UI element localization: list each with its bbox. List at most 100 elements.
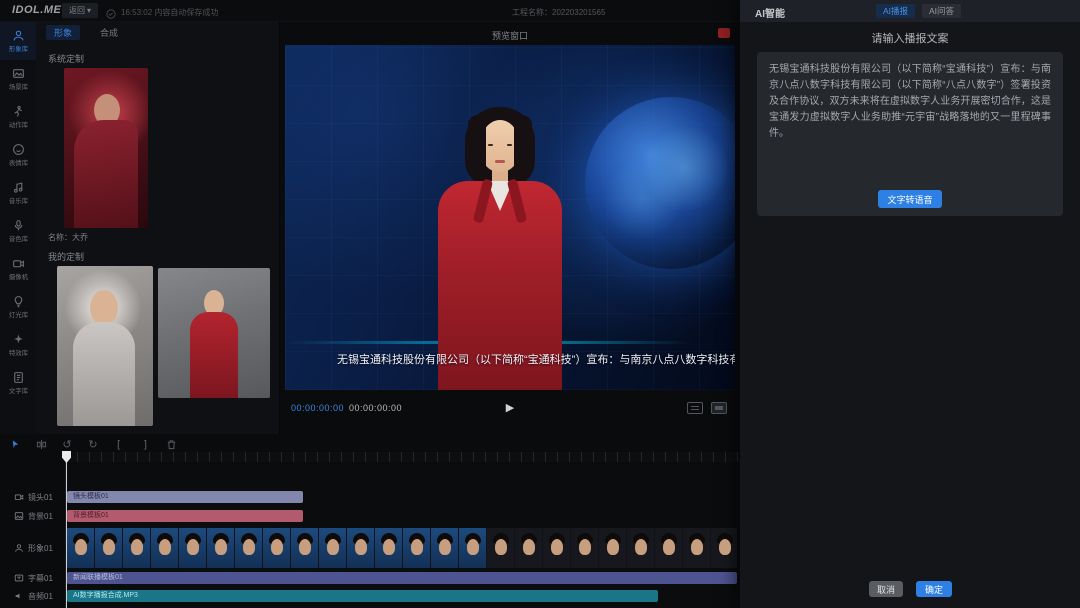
hair-bang-right	[514, 115, 532, 173]
avatar-frame	[571, 528, 598, 568]
person-icon	[12, 29, 25, 42]
timecode-current: 00:00:00:00	[291, 403, 344, 413]
avatar-frame	[431, 528, 458, 568]
ai-panel-title: AI智能	[755, 5, 785, 20]
avatar-thumbnail-daqiao[interactable]	[64, 68, 148, 228]
track-label-text: 背景01	[28, 511, 53, 522]
bracket-out-button[interactable]: ]	[138, 437, 152, 451]
ratio-button[interactable]	[687, 402, 703, 414]
camera-icon	[12, 257, 25, 270]
script-input[interactable]: 无锡宝通科技股份有限公司（以下简称“宝通科技”）宣布：与南京八点八数字科技有限公…	[757, 52, 1063, 216]
mic-icon	[12, 219, 25, 232]
avatar-frame	[235, 528, 262, 568]
sidebar-item-label: 形象库	[8, 44, 27, 53]
sidebar-item-avatar-library[interactable]: 形象库	[0, 22, 36, 60]
track-label-background[interactable]: 背景01	[0, 509, 64, 523]
section-my-custom: 我的定制	[48, 250, 84, 263]
sidebar-item-label: 摄像机	[8, 272, 27, 281]
track-label-text: 音频01	[28, 591, 53, 602]
clip-audio[interactable]: AI数字播报合成.MP3	[67, 590, 658, 602]
tab-avatar[interactable]: 形象	[46, 25, 80, 40]
image-icon	[14, 511, 24, 521]
avatar-frame	[403, 528, 430, 568]
avatar-frame	[599, 528, 626, 568]
sidebar-item-music-library[interactable]: 音乐库	[0, 174, 36, 212]
sidebar-item-label: 动作库	[8, 120, 27, 129]
sidebar-item-camera[interactable]: 摄像机	[0, 250, 36, 288]
avatar-frame	[711, 528, 737, 568]
redo-button[interactable]: ↻	[86, 437, 100, 451]
avatar-track-frames[interactable]	[67, 528, 737, 568]
timeline-ruler[interactable]	[65, 452, 740, 462]
sidebar-item-scene-library[interactable]: 场景库	[0, 60, 36, 98]
sidebar-item-light-library[interactable]: 灯光库	[0, 288, 36, 326]
avatar-thumbnail-custom-2[interactable]	[158, 268, 270, 398]
scene-icon	[12, 67, 25, 80]
avatar-frame	[291, 528, 318, 568]
avatar-frame	[95, 528, 122, 568]
sidebar-item-label: 音乐库	[8, 196, 27, 205]
tab-ai-broadcast[interactable]: AI播报	[876, 4, 915, 18]
caret-down-icon: ▾	[87, 6, 91, 15]
sidebar-item-label: 音色库	[8, 234, 27, 243]
track-label-avatar[interactable]: 形象01	[0, 541, 64, 555]
ai-panel-header: AI智能 AI播报 AI问答	[740, 0, 1080, 22]
avatar-name-label: 名称：大乔	[48, 232, 88, 243]
avatar-frame	[151, 528, 178, 568]
record-indicator-icon[interactable]	[718, 28, 730, 38]
sidebar-item-label: 文字库	[8, 386, 27, 395]
select-tool-button[interactable]	[8, 437, 22, 451]
fullscreen-button[interactable]	[711, 402, 727, 414]
track-label-caption[interactable]: 字幕01	[0, 571, 64, 585]
bracket-in-button[interactable]: [	[112, 437, 126, 451]
avatar-frame	[207, 528, 234, 568]
cancel-button[interactable]: 取消	[869, 581, 903, 597]
autosave-check-icon	[106, 6, 116, 16]
clip-caption[interactable]: 新闻联播模板01	[67, 572, 737, 584]
back-menu-button[interactable]: 返回 ▾	[62, 3, 98, 18]
tab-composite[interactable]: 合成	[92, 25, 126, 40]
video-subtitle: 无锡宝通科技股份有限公司（以下简称“宝通科技”）宣布：与南京八点八数字科技有限公…	[285, 351, 735, 367]
sidebar-item-voice-library[interactable]: 音色库	[0, 212, 36, 250]
sidebar-item-label: 表情库	[8, 158, 27, 167]
top-bar: IDOL.ME 返回 ▾ 16:53:02 内容自动保存成功 工程名称：2022…	[0, 0, 740, 22]
lapel-right	[507, 178, 527, 223]
app-root: IDOL.ME 返回 ▾ 16:53:02 内容自动保存成功 工程名称：2022…	[0, 0, 1080, 608]
digital-human-figure	[420, 107, 580, 390]
delete-clip-button[interactable]	[164, 437, 178, 451]
timeline-toolbar: ↺ ↻ [ ]	[8, 436, 178, 452]
bulb-icon	[12, 295, 25, 308]
timecode-total: 00:00:00:00	[349, 403, 402, 413]
hair-bang-left	[468, 115, 486, 173]
undo-button[interactable]: ↺	[60, 437, 74, 451]
avatar-frame	[459, 528, 486, 568]
clip-background[interactable]: 背景模板01	[67, 510, 303, 522]
autosave-status: 16:53:02 内容自动保存成功	[121, 7, 218, 18]
playhead-line	[66, 452, 67, 608]
sidebar-item-label: 灯光库	[8, 310, 27, 319]
caption-icon	[14, 573, 24, 583]
split-tool-button[interactable]	[34, 437, 48, 451]
video-viewport: 无锡宝通科技股份有限公司（以下简称“宝通科技”）宣布：与南京八点八数字科技有限公…	[285, 45, 735, 390]
avatar-frame	[375, 528, 402, 568]
track-label-camera[interactable]: 镜头01	[0, 490, 64, 504]
script-text: 无锡宝通科技股份有限公司（以下简称“宝通科技”）宣布：与南京八点八数字科技有限公…	[769, 62, 1051, 142]
avatar-frame	[67, 528, 94, 568]
sidebar-item-text-library[interactable]: 文字库	[0, 364, 36, 402]
sidebar-item-expression-library[interactable]: 表情库	[0, 136, 36, 174]
timeline-panel: ↺ ↻ [ ] 镜头01 背景01 形象01 字幕01 音频01	[0, 434, 740, 608]
confirm-button[interactable]: 确定	[916, 581, 952, 597]
sidebar-item-motion-library[interactable]: 动作库	[0, 98, 36, 136]
avatar-frame	[347, 528, 374, 568]
tab-ai-qa[interactable]: AI问答	[922, 4, 961, 18]
text-to-speech-button[interactable]: 文字转语音	[878, 190, 942, 208]
avatar-frame	[683, 528, 710, 568]
play-button[interactable]: ▶	[502, 400, 518, 416]
avatar-frame	[319, 528, 346, 568]
avatar-thumbnail-custom-1[interactable]	[57, 266, 153, 426]
track-label-audio[interactable]: 音频01	[0, 589, 64, 603]
sidebar-item-label: 场景库	[8, 82, 27, 91]
avatar-frame	[543, 528, 570, 568]
sidebar-item-effects-library[interactable]: 特效库	[0, 326, 36, 364]
clip-camera[interactable]: 镜头模板01	[67, 491, 303, 503]
